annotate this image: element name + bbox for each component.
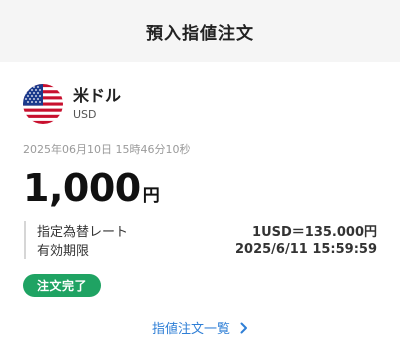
amount-value: 1,000 [23, 166, 141, 210]
detail-row-expiry: 有効期限 2025/6/11 15:59:59 [37, 240, 377, 259]
currency-name: 米ドル [73, 86, 122, 105]
order-list-link[interactable]: 指値注文一覧 [0, 318, 400, 337]
currency-info: 米ドル USD [23, 84, 121, 124]
expiry-value: 2025/6/11 15:59:59 [234, 242, 377, 257]
currency-code: USD [73, 108, 97, 121]
chevron-right-icon [240, 322, 248, 334]
rate-label: 指定為替レート [37, 225, 129, 240]
page-title: 預入指値注文 [146, 23, 254, 44]
detail-row-rate: 指定為替レート 1USD＝135.000円 [37, 221, 377, 240]
page-header: 預入指値注文 [0, 0, 400, 62]
expiry-label: 有効期限 [37, 244, 90, 259]
order-details: 指定為替レート 1USD＝135.000円 有効期限 2025/6/11 15:… [24, 221, 377, 259]
us-flag-icon [23, 84, 63, 124]
order-amount: 1,000 円 [23, 166, 160, 210]
status-badge: 注文完了 [23, 274, 102, 297]
order-list-link-label: 指値注文一覧 [151, 322, 230, 337]
order-timestamp: 2025年06月10日 15時46分10秒 [23, 143, 191, 156]
currency-text: 米ドル USD [73, 86, 121, 122]
amount-unit: 円 [142, 186, 160, 206]
rate-value: 1USD＝135.000円 [252, 225, 377, 240]
